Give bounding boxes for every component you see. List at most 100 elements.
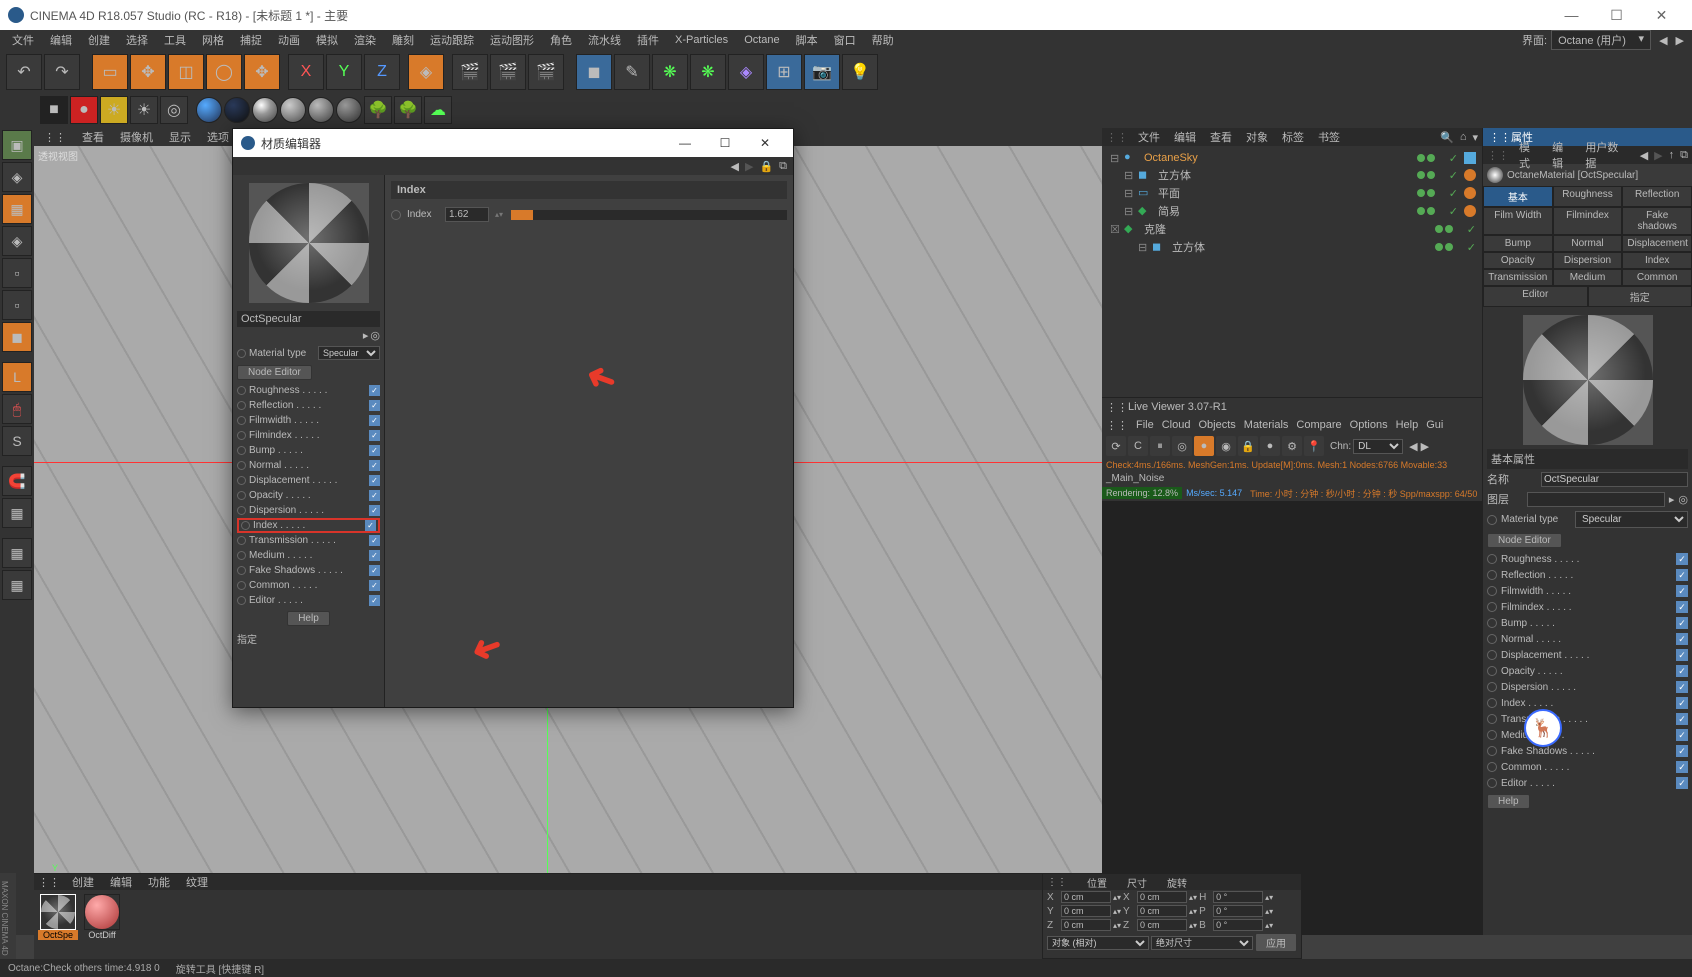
me-prop-Filmwidth[interactable]: Filmwidth . . . . .✓	[237, 413, 380, 428]
menu-创建[interactable]: 创建	[80, 30, 118, 50]
me-prop-Transmission[interactable]: Transmission . . . . .✓	[237, 533, 380, 548]
workplane-mode[interactable]: ◈	[2, 226, 32, 256]
light-icon[interactable]: 💡	[842, 54, 878, 90]
obj-menu-对象[interactable]: 对象	[1242, 129, 1272, 145]
render-region[interactable]: 🎬	[490, 54, 526, 90]
me-prop-Normal[interactable]: Normal . . . . .✓	[237, 458, 380, 473]
autokey-icon[interactable]: ☀	[100, 96, 128, 124]
attr-prop-Normal[interactable]: Normal . . . . .✓	[1487, 631, 1688, 647]
attr-tab-Roughness[interactable]: Roughness	[1553, 186, 1623, 207]
attr-prop-Displacement[interactable]: Displacement . . . . .✓	[1487, 647, 1688, 663]
attr-tab-Dispersion[interactable]: Dispersion	[1553, 252, 1623, 269]
shader-ball-6[interactable]	[336, 97, 362, 123]
menu-角色[interactable]: 角色	[542, 30, 580, 50]
attr-mode-编辑[interactable]: 编辑	[1548, 139, 1575, 171]
me-help-btn[interactable]: Help	[287, 611, 330, 626]
window-close[interactable]: ✕	[1639, 0, 1684, 30]
mm-menu-纹理[interactable]: 纹理	[182, 874, 212, 890]
x-axis-lock[interactable]: X	[288, 54, 324, 90]
grid2-icon[interactable]: ▦	[2, 570, 32, 600]
shader-ball-4[interactable]	[280, 97, 306, 123]
attr-tab-Common[interactable]: Common	[1622, 269, 1692, 286]
attr-prop-Filmindex[interactable]: Filmindex . . . . .✓	[1487, 599, 1688, 615]
render-settings[interactable]: 🎬	[528, 54, 564, 90]
lock-icon[interactable]: 🔒	[759, 160, 773, 173]
window-minimize[interactable]: —	[1549, 0, 1594, 30]
nav-back-icon[interactable]: ◀	[731, 160, 739, 173]
vp-menu-选项[interactable]: 选项	[201, 129, 235, 145]
menu-模拟[interactable]: 模拟	[308, 30, 346, 50]
menu-网格[interactable]: 网格	[194, 30, 232, 50]
attr-prop-Index[interactable]: Index . . . . .✓	[1487, 695, 1688, 711]
attr-prop-Transmission[interactable]: Transmission . . . . .✓	[1487, 711, 1688, 727]
attr-mode-用户数据[interactable]: 用户数据	[1581, 139, 1627, 171]
window-maximize[interactable]: ☐	[1594, 0, 1639, 30]
attr-tab-Opacity[interactable]: Opacity	[1483, 252, 1553, 269]
lv-menu-Materials[interactable]: Materials	[1244, 419, 1289, 431]
cloud-icon[interactable]: ☁	[424, 96, 452, 124]
obj-row-平面[interactable]: ⊟▭平面✓	[1106, 184, 1478, 202]
me-prop-Bump[interactable]: Bump . . . . .✓	[237, 443, 380, 458]
obj-row-立方体[interactable]: ⊟◼立方体✓	[1106, 238, 1478, 256]
popup-icon[interactable]: ⧉	[779, 160, 787, 173]
lv-pick-icon[interactable]: ◉	[1216, 436, 1236, 456]
lv-menu-Objects[interactable]: Objects	[1198, 419, 1235, 431]
environment-icon[interactable]: ⊞	[766, 54, 802, 90]
attr-prop-Dispersion[interactable]: Dispersion . . . . .✓	[1487, 679, 1688, 695]
attr-tab-Film Width[interactable]: Film Width	[1483, 207, 1553, 235]
texture-mode[interactable]: ▦	[2, 194, 32, 224]
nav-fwd-icon[interactable]: ▶	[745, 160, 753, 173]
attr-layer-input[interactable]	[1527, 492, 1665, 507]
attr-tab-Normal[interactable]: Normal	[1553, 235, 1623, 252]
obj-menu-编辑[interactable]: 编辑	[1170, 129, 1200, 145]
me-material-name[interactable]: OctSpecular	[237, 311, 380, 327]
mouse-icon[interactable]: 🖱	[2, 394, 32, 424]
lv-reload-icon[interactable]: ⟳	[1106, 436, 1126, 456]
lv-pause-icon[interactable]: ⏸	[1150, 436, 1170, 456]
render-view[interactable]: 🎬	[452, 54, 488, 90]
menu-插件[interactable]: 插件	[629, 30, 667, 50]
vp-menu-显示[interactable]: 显示	[163, 129, 197, 145]
lv-refresh-icon[interactable]: C	[1128, 436, 1148, 456]
menu-雕刻[interactable]: 雕刻	[384, 30, 422, 50]
menu-动画[interactable]: 动画	[270, 30, 308, 50]
attr-tab-Bump[interactable]: Bump	[1483, 235, 1553, 252]
undo-button[interactable]: ↶	[6, 54, 42, 90]
rotate-tool[interactable]: ◯	[206, 54, 242, 90]
attr-tab-Index[interactable]: Index	[1622, 252, 1692, 269]
target-icon[interactable]: ◎	[160, 96, 188, 124]
menu-渲染[interactable]: 渲染	[346, 30, 384, 50]
menu-Octane[interactable]: Octane	[736, 32, 787, 48]
menu-选择[interactable]: 选择	[118, 30, 156, 50]
menu-运动跟踪[interactable]: 运动跟踪	[422, 30, 482, 50]
attr-tab-Editor[interactable]: Editor	[1483, 286, 1588, 307]
attr-prop-Medium[interactable]: Medium . . . . .✓	[1487, 727, 1688, 743]
y-axis-lock[interactable]: Y	[326, 54, 362, 90]
attr-help-btn[interactable]: Help	[1487, 794, 1530, 809]
attr-prop-Fake Shadows[interactable]: Fake Shadows . . . . .✓	[1487, 743, 1688, 759]
cube-primitive[interactable]: ◼	[576, 54, 612, 90]
take-icon[interactable]: ■	[40, 96, 68, 124]
me-prop-Reflection[interactable]: Reflection . . . . .✓	[237, 398, 380, 413]
model-mode[interactable]: ◈	[2, 162, 32, 192]
me-prop-Medium[interactable]: Medium . . . . .✓	[237, 548, 380, 563]
menu-运动图形[interactable]: 运动图形	[482, 30, 542, 50]
lv-pin-icon[interactable]: 📍	[1304, 436, 1324, 456]
menu-窗口[interactable]: 窗口	[826, 30, 864, 50]
lv-sphere-icon[interactable]: ●	[1260, 436, 1280, 456]
coord-mode-1[interactable]: 对象 (相对)	[1047, 936, 1149, 950]
attr-mattype-select[interactable]: Specular	[1575, 511, 1688, 528]
menu-文件[interactable]: 文件	[4, 30, 42, 50]
attr-prop-Common[interactable]: Common . . . . .✓	[1487, 759, 1688, 775]
obj-row-OctaneSky[interactable]: ⊟●OctaneSky✓	[1106, 150, 1478, 166]
me-prop-Editor[interactable]: Editor . . . . .✓	[237, 593, 380, 608]
grid-icon[interactable]: ▦	[2, 538, 32, 568]
attr-tab-Reflection[interactable]: Reflection	[1622, 186, 1692, 207]
poly-mode[interactable]: ◼	[2, 322, 32, 352]
menu-工具[interactable]: 工具	[156, 30, 194, 50]
me-prop-Index[interactable]: Index . . . . .✓	[237, 518, 380, 533]
me-prop-Filmindex[interactable]: Filmindex . . . . .✓	[237, 428, 380, 443]
me-prop-Common[interactable]: Common . . . . .✓	[237, 578, 380, 593]
axis-mode[interactable]: L	[2, 362, 32, 392]
me-prop-Opacity[interactable]: Opacity . . . . .✓	[237, 488, 380, 503]
